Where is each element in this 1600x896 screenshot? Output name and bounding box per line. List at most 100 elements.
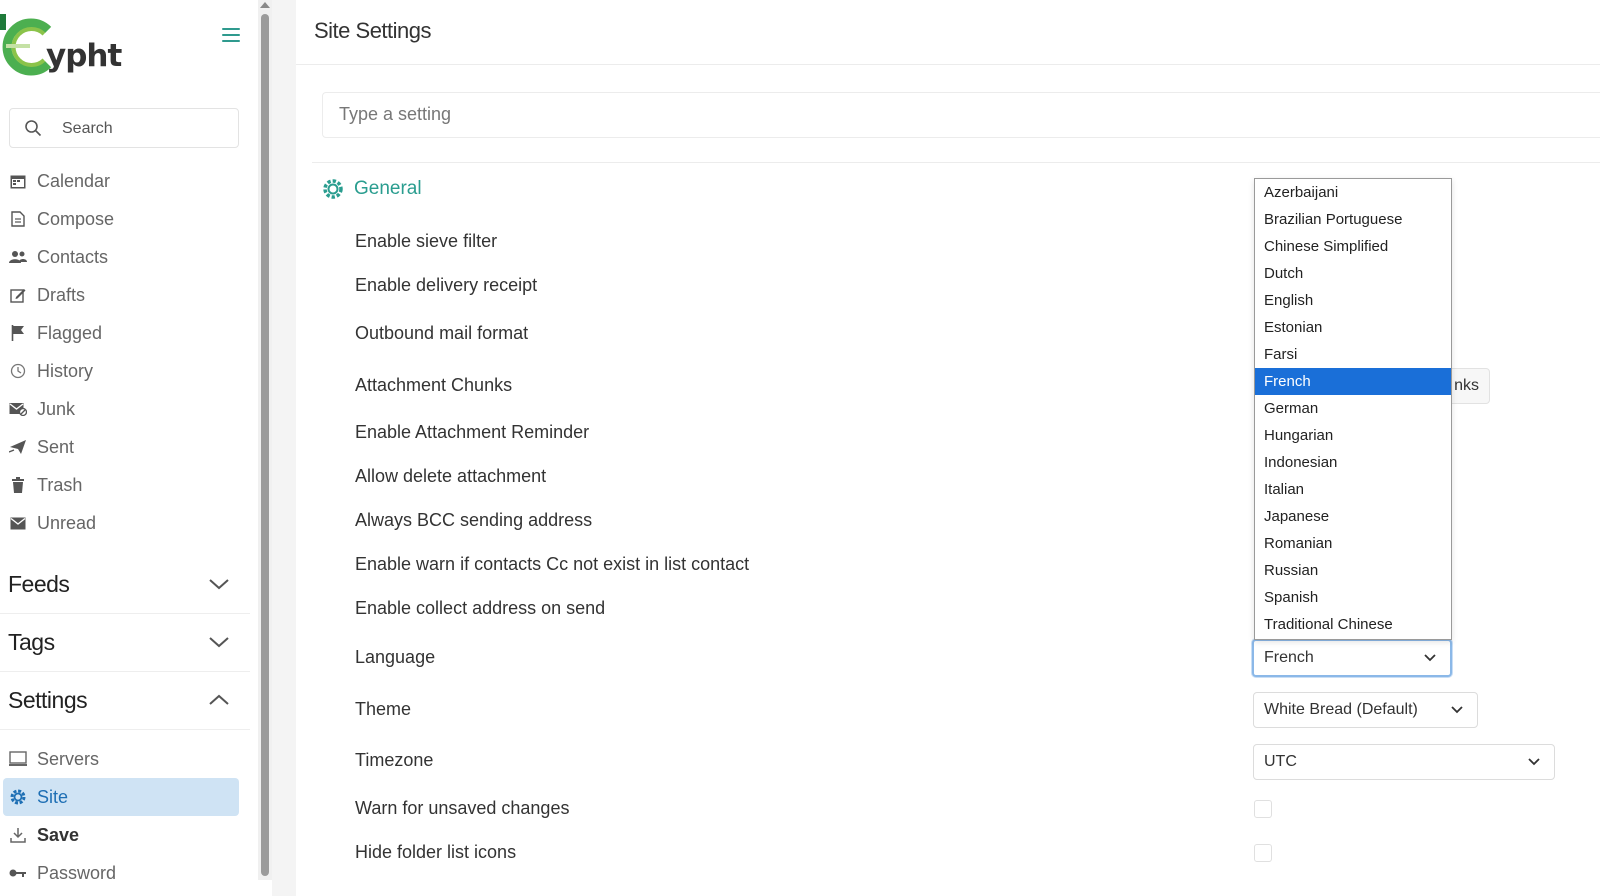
nav-item-unread[interactable]: Unread: [0, 504, 250, 542]
folder-list: Calendar Compose Contacts Drafts Flagged: [0, 162, 250, 542]
setting-label: Timezone: [355, 750, 434, 770]
language-option[interactable]: Italian: [1255, 476, 1451, 503]
setting-label: Language: [355, 647, 436, 667]
nav-item-trash[interactable]: Trash: [0, 466, 250, 504]
timezone-select[interactable]: UTC: [1253, 744, 1555, 780]
language-option-selected[interactable]: French: [1255, 368, 1451, 395]
nav-item-label: Contacts: [37, 246, 109, 267]
attachment-chunks-button[interactable]: nks: [1446, 368, 1490, 404]
section-tags[interactable]: Tags: [0, 614, 250, 672]
language-option[interactable]: Japanese: [1255, 503, 1451, 530]
logo-text: ypht: [46, 38, 122, 74]
setting-label: Enable delivery receipt: [355, 275, 538, 295]
cypht-logo[interactable]: ypht: [0, 14, 130, 78]
trash-icon: [8, 476, 28, 494]
sent-icon: [8, 438, 28, 456]
language-option[interactable]: Azerbaijani: [1255, 179, 1451, 206]
section-feeds[interactable]: Feeds: [0, 556, 250, 614]
setting-label: Theme: [355, 699, 412, 719]
setting-label: Enable sieve filter: [355, 231, 498, 251]
language-option[interactable]: Brazilian Portuguese: [1255, 206, 1451, 233]
sidebar: ypht Calendar Compose Contacts: [0, 0, 258, 896]
language-option[interactable]: Romanian: [1255, 530, 1451, 557]
settings-item-label: Password: [37, 862, 117, 883]
nav-item-label: History: [37, 360, 94, 381]
setting-search-box[interactable]: [322, 92, 1600, 138]
language-option[interactable]: German: [1255, 395, 1451, 422]
nav-item-label: Unread: [37, 512, 97, 533]
flag-icon: [8, 324, 28, 342]
attachment-chunks-button-label: nks: [1454, 377, 1479, 394]
language-option[interactable]: Spanish: [1255, 584, 1451, 611]
settings-item-servers[interactable]: Servers: [0, 740, 250, 778]
nav-item-label: Calendar: [37, 170, 111, 191]
download-icon: [8, 826, 28, 844]
timezone-select-value: UTC: [1264, 753, 1297, 770]
theme-select-value: White Bread (Default): [1264, 701, 1418, 718]
nav-item-calendar[interactable]: Calendar: [0, 162, 250, 200]
language-select[interactable]: French: [1252, 639, 1452, 677]
language-option[interactable]: English: [1255, 287, 1451, 314]
nav-item-contacts[interactable]: Contacts: [0, 238, 250, 276]
contacts-icon: [8, 248, 28, 266]
setting-label: Warn for unsaved changes: [355, 798, 570, 818]
language-option[interactable]: Hungarian: [1255, 422, 1451, 449]
language-select-value: French: [1264, 649, 1314, 666]
envelope-icon: [8, 514, 28, 532]
settings-item-password[interactable]: Password: [0, 854, 250, 892]
section-feeds-label: Feeds: [8, 571, 70, 597]
gear-icon: [8, 788, 28, 806]
chevron-up-icon: [209, 694, 229, 705]
gear-icon: [323, 179, 343, 199]
nav-item-label: Sent: [37, 436, 75, 457]
setting-label: Hide folder list icons: [355, 842, 517, 862]
nav-item-junk[interactable]: Junk: [0, 390, 250, 428]
setting-search-input[interactable]: [339, 104, 939, 125]
settings-item-site[interactable]: Site: [3, 778, 239, 816]
key-icon: [8, 864, 28, 882]
language-dropdown-list[interactable]: Azerbaijani Brazilian Portuguese Chinese…: [1254, 178, 1452, 640]
sidebar-search[interactable]: [9, 108, 239, 148]
nav-item-compose[interactable]: Compose: [0, 200, 250, 238]
language-option[interactable]: Farsi: [1255, 341, 1451, 368]
chevron-down-icon: [209, 579, 229, 590]
hide-folder-icons-checkbox[interactable]: [1254, 844, 1272, 862]
servers-icon: [8, 750, 28, 768]
scrollbar-thumb[interactable]: [261, 14, 269, 876]
nav-item-label: Trash: [37, 474, 83, 495]
setting-label: Always BCC sending address: [355, 510, 593, 530]
chevron-down-icon: [209, 637, 229, 648]
language-option[interactable]: Chinese Simplified: [1255, 233, 1451, 260]
setting-label: Enable warn if contacts Cc not exist in …: [355, 554, 750, 574]
language-option[interactable]: Indonesian: [1255, 449, 1451, 476]
section-tags-label: Tags: [8, 629, 55, 655]
divider: [296, 64, 1600, 65]
divider: [312, 162, 1600, 163]
nav-item-label: Junk: [37, 398, 76, 419]
language-option[interactable]: Estonian: [1255, 314, 1451, 341]
content-gutter: [272, 0, 296, 896]
nav-item-history[interactable]: History: [0, 352, 250, 390]
theme-select[interactable]: White Bread (Default): [1253, 692, 1478, 728]
nav-item-sent[interactable]: Sent: [0, 428, 250, 466]
warn-unsaved-checkbox[interactable]: [1254, 800, 1272, 818]
menu-toggle-icon[interactable]: [222, 28, 240, 44]
section-general-header[interactable]: General: [322, 178, 422, 200]
setting-label: Outbound mail format: [355, 323, 529, 343]
language-option[interactable]: Traditional Chinese: [1255, 611, 1451, 638]
main-content: Site Settings General Enable sieve filte…: [296, 0, 1600, 896]
settings-item-save[interactable]: Save: [0, 816, 250, 854]
sidebar-scrollbar[interactable]: [258, 0, 272, 880]
search-input[interactable]: [62, 117, 232, 141]
setting-label: Enable Attachment Reminder: [355, 422, 590, 442]
settings-item-label: Site: [37, 786, 69, 807]
language-option[interactable]: Russian: [1255, 557, 1451, 584]
setting-label: Allow delete attachment: [355, 466, 547, 486]
nav-item-flagged[interactable]: Flagged: [0, 314, 250, 352]
section-general-label: General: [354, 178, 422, 199]
nav-item-drafts[interactable]: Drafts: [0, 276, 250, 314]
section-settings-label: Settings: [8, 687, 88, 713]
scroll-up-arrow-icon[interactable]: [260, 2, 270, 8]
language-option[interactable]: Dutch: [1255, 260, 1451, 287]
section-settings[interactable]: Settings: [0, 672, 250, 730]
